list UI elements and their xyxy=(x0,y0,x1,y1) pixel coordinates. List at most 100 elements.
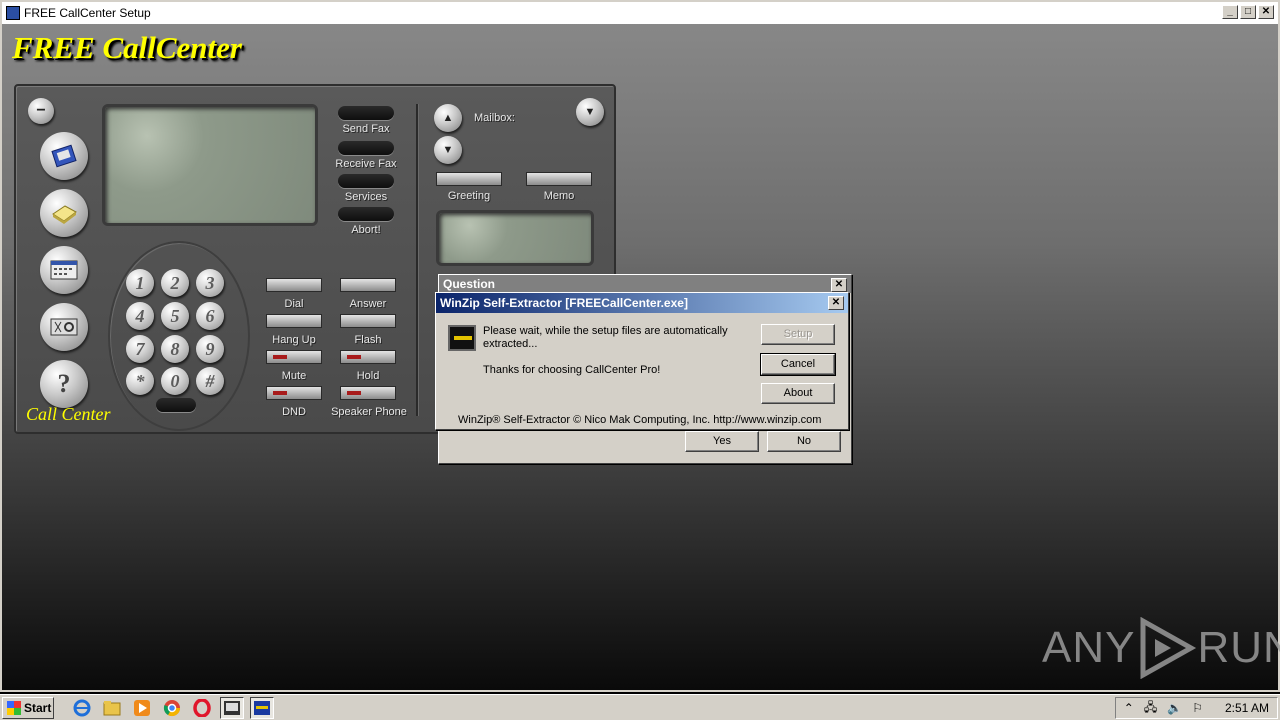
minimize-button[interactable]: _ xyxy=(1222,5,1238,19)
collapse-button[interactable]: ▼ xyxy=(576,98,604,126)
setup-titlebar[interactable]: FREE CallCenter Setup _ □ ✕ xyxy=(2,2,1278,24)
winzip-icon xyxy=(448,325,476,351)
hang-up-button[interactable] xyxy=(266,314,322,328)
key-2[interactable]: 2 xyxy=(161,269,189,297)
windows-logo-icon xyxy=(7,700,21,715)
flash-label: Flash xyxy=(354,334,382,346)
flag-icon[interactable]: ⚐ xyxy=(1192,701,1203,715)
yes-button[interactable]: Yes xyxy=(685,431,759,452)
key-1[interactable]: 1 xyxy=(126,269,154,297)
dnd-led xyxy=(273,391,287,395)
mailbox-label: Mailbox: xyxy=(474,112,515,124)
mute-led xyxy=(273,355,287,359)
flash-button[interactable] xyxy=(340,314,396,328)
clock[interactable]: 2:51 AM xyxy=(1225,701,1269,715)
memo-button[interactable] xyxy=(526,172,592,186)
hold-button[interactable] xyxy=(340,350,396,364)
winzip-dialog: WinZip Self-Extractor [FREECallCenter.ex… xyxy=(435,292,849,430)
close-button[interactable]: ✕ xyxy=(1258,5,1274,19)
receive-fax-label: Receive Fax xyxy=(335,158,397,170)
main-lcd-display xyxy=(102,104,318,226)
minus-button[interactable]: − xyxy=(28,98,54,124)
key-3[interactable]: 3 xyxy=(196,269,224,297)
chrome-icon[interactable] xyxy=(160,697,184,719)
memo-label: Memo xyxy=(543,190,575,202)
notepad-icon[interactable] xyxy=(40,189,88,237)
abort-label: Abort! xyxy=(351,224,381,236)
speaker-phone-label: Speaker Phone xyxy=(331,406,407,418)
greeting-label: Greeting xyxy=(447,190,491,202)
chevron-up-icon[interactable]: ⌃ xyxy=(1124,701,1134,715)
key-6[interactable]: 6 xyxy=(196,302,224,330)
about-button[interactable]: About xyxy=(761,383,835,404)
speaker-phone-led xyxy=(347,391,361,395)
setup-window-title: FREE CallCenter Setup xyxy=(24,6,151,20)
dial-button[interactable] xyxy=(266,278,322,292)
key-9[interactable]: 9 xyxy=(196,335,224,363)
setup-app-icon xyxy=(6,6,20,20)
watermark-any: ANY xyxy=(1042,623,1136,672)
hang-up-label: Hang Up xyxy=(272,334,316,346)
question-dialog-title[interactable]: Question xyxy=(439,275,851,293)
ie-icon[interactable] xyxy=(70,697,94,719)
winzip-thanks: Thanks for choosing CallCenter Pro! xyxy=(483,364,661,376)
winzip-close-button[interactable]: ✕ xyxy=(828,296,844,310)
winzip-message: Please wait, while the setup files are a… xyxy=(483,325,728,350)
key-4[interactable]: 4 xyxy=(126,302,154,330)
mailbox-down-button[interactable]: ▼ xyxy=(434,136,462,164)
mute-button[interactable] xyxy=(266,350,322,364)
start-label: Start xyxy=(24,700,52,715)
key-0[interactable]: 0 xyxy=(161,367,189,395)
key-8[interactable]: 8 xyxy=(161,335,189,363)
dnd-button[interactable] xyxy=(266,386,322,400)
maximize-button[interactable]: □ xyxy=(1240,5,1256,19)
volume-icon[interactable]: 🔈 xyxy=(1167,701,1182,715)
key-5[interactable]: 5 xyxy=(161,302,189,330)
winzip-dialog-title[interactable]: WinZip Self-Extractor [FREECallCenter.ex… xyxy=(436,293,848,313)
calendar-icon[interactable] xyxy=(40,246,88,294)
mute-label: Mute xyxy=(281,370,307,382)
media-player-icon[interactable] xyxy=(130,697,154,719)
receive-fax-button[interactable] xyxy=(338,141,394,155)
taskbar: Start ⌃ 🖧 🔈 ⚐ 2:51 AM xyxy=(0,694,1280,720)
key-7[interactable]: 7 xyxy=(126,335,154,363)
send-fax-label: Send Fax xyxy=(342,123,390,135)
winzip-taskbar-button[interactable] xyxy=(250,696,274,719)
phone-settings-icon[interactable] xyxy=(40,303,88,351)
question-close-button[interactable]: ✕ xyxy=(831,278,847,292)
address-book-icon[interactable] xyxy=(40,132,88,180)
anyrun-watermark: ANY RUN xyxy=(1042,617,1280,679)
hold-label: Hold xyxy=(356,370,380,382)
send-fax-button[interactable] xyxy=(338,106,394,120)
keypad-pill-button[interactable] xyxy=(156,398,196,412)
setup-window: FREE CallCenter Setup _ □ ✕ FREE CallCen… xyxy=(0,0,1280,692)
winzip-footer: WinZip® Self-Extractor © Nico Mak Comput… xyxy=(458,414,822,426)
banner-title: FREE CallCenter xyxy=(12,30,242,65)
watermark-run: RUN xyxy=(1197,623,1280,672)
answer-button[interactable] xyxy=(340,278,396,292)
explorer-icon[interactable] xyxy=(100,697,124,719)
callcenter-setup-taskbar-button[interactable] xyxy=(220,696,244,719)
services-label: Services xyxy=(344,191,388,203)
answer-label: Answer xyxy=(349,298,387,310)
services-button[interactable] xyxy=(338,174,394,188)
dnd-label: DND xyxy=(282,406,306,418)
key-star[interactable]: * xyxy=(126,367,154,395)
mailbox-up-button[interactable]: ▲ xyxy=(434,104,462,132)
setup-button[interactable]: Setup xyxy=(761,324,835,345)
no-button[interactable]: No xyxy=(767,431,841,452)
hold-led xyxy=(347,355,361,359)
mailbox-lcd-display xyxy=(436,210,594,266)
help-icon[interactable]: ? xyxy=(40,360,88,408)
greeting-button[interactable] xyxy=(436,172,502,186)
key-hash[interactable]: # xyxy=(196,367,224,395)
start-button[interactable]: Start xyxy=(2,696,54,719)
speaker-phone-button[interactable] xyxy=(340,386,396,400)
callcenter-logo: Call Center xyxy=(26,404,111,424)
opera-icon[interactable] xyxy=(190,697,214,719)
panel-divider xyxy=(416,104,418,416)
network-icon[interactable]: 🖧 xyxy=(1144,698,1157,719)
abort-button[interactable] xyxy=(338,207,394,221)
cancel-button[interactable]: Cancel xyxy=(760,353,836,376)
watermark-play-icon xyxy=(1140,617,1197,679)
